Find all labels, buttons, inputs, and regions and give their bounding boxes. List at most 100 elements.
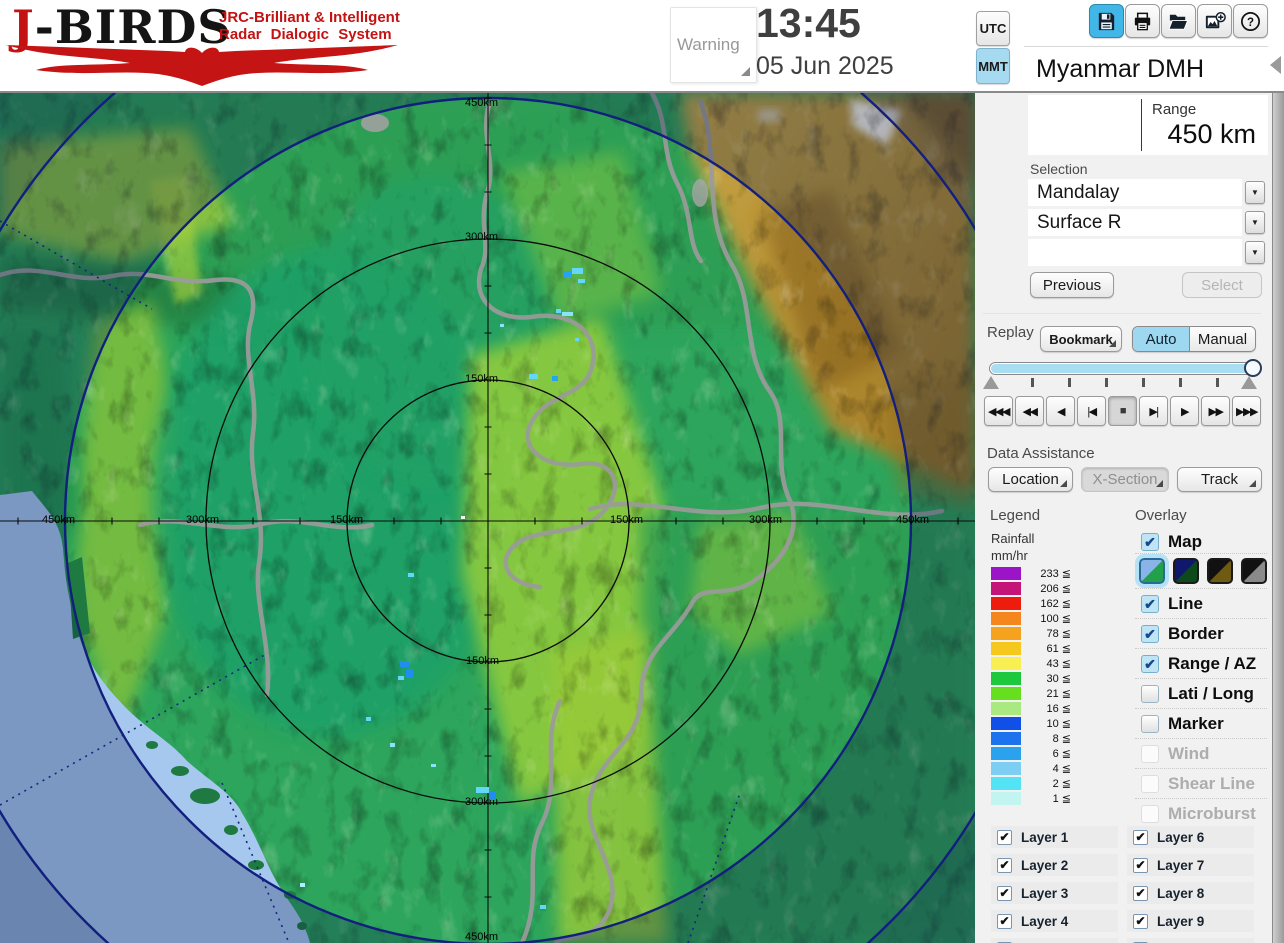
rewind-triple-button[interactable]: ◀◀◀ (984, 396, 1013, 426)
panel-scrollbar[interactable] (1272, 93, 1284, 943)
overlay-item-line[interactable]: ✔ Line (1135, 588, 1267, 618)
timeline-tick (1105, 378, 1108, 387)
layer-row[interactable]: ✔ Layer 2 (991, 854, 1118, 876)
range-az-checkbox[interactable]: ✔ (1141, 654, 1159, 673)
layer-row[interactable]: ✔ Layer 6 (1127, 826, 1254, 848)
skip-start-button[interactable]: |◀ (1077, 396, 1106, 426)
overlay-item-shear-line[interactable]: Shear Line (1135, 768, 1267, 798)
legend-value: 100 ≦ (1040, 613, 1071, 625)
legend-color-swatch (991, 567, 1021, 580)
radar-echo (300, 883, 305, 887)
overlay-item-wind[interactable]: Wind (1135, 738, 1267, 768)
layer-6-checkbox[interactable]: ✔ (1133, 829, 1148, 845)
layer-3-checkbox[interactable]: ✔ (997, 885, 1012, 901)
overlay-item-marker[interactable]: Marker (1135, 708, 1267, 738)
layer-1-checkbox[interactable]: ✔ (997, 829, 1012, 845)
panel-collapse-icon[interactable] (1270, 56, 1281, 74)
option-dropdown[interactable] (1028, 239, 1242, 266)
map-style-swatch[interactable] (1241, 558, 1267, 584)
radar-echo (461, 516, 465, 519)
toolbar-separator (1024, 46, 1268, 47)
location-button[interactable]: Location (988, 467, 1073, 492)
open-folder-button[interactable] (1161, 4, 1196, 38)
stop-button[interactable]: ■ (1108, 396, 1137, 426)
x-section-button[interactable]: X-Section (1081, 467, 1169, 492)
layer-9-checkbox[interactable]: ✔ (1133, 913, 1148, 929)
product-dropdown[interactable]: Surface R (1028, 209, 1242, 236)
legend-color-swatch (991, 642, 1021, 655)
open-folder-icon (1167, 10, 1190, 33)
replay-mode-toggle: Auto Manual (1132, 326, 1256, 352)
marker-checkbox[interactable] (1141, 714, 1159, 733)
layer-row-partial[interactable] (991, 938, 1118, 943)
save-button[interactable] (1089, 4, 1124, 38)
play-button[interactable]: ▶ (1170, 396, 1199, 426)
layer-row[interactable]: ✔ Layer 3 (991, 882, 1118, 904)
previous-button[interactable]: Previous (1030, 272, 1114, 298)
utc-button[interactable]: UTC (976, 11, 1010, 46)
print-button[interactable] (1125, 4, 1160, 38)
replay-timeline-slider[interactable] (989, 359, 1262, 377)
layer-2-checkbox[interactable]: ✔ (997, 857, 1012, 873)
legend-value: 8 ≦ (1052, 733, 1071, 745)
wind-checkbox[interactable] (1141, 744, 1159, 763)
lati-long-checkbox[interactable] (1141, 684, 1159, 703)
skip-end-button[interactable]: ▶| (1139, 396, 1168, 426)
warning-button[interactable]: Warning (670, 7, 757, 83)
timeline-start-marker[interactable] (983, 376, 999, 389)
site-dropdown-arrow-icon[interactable]: ▼ (1245, 181, 1265, 204)
logo-tagline: JRC-Brilliant & Intelligent Radar Dialog… (219, 9, 400, 43)
layer-8-checkbox[interactable]: ✔ (1133, 885, 1148, 901)
auto-button[interactable]: Auto (1133, 327, 1190, 351)
layer-row[interactable]: ✔ Layer 4 (991, 910, 1118, 932)
layer-row[interactable]: ✔ Layer 9 (1127, 910, 1254, 932)
overlay-item-microburst[interactable]: Microburst (1135, 798, 1267, 828)
layer-row-partial[interactable] (1127, 938, 1254, 943)
layer-label: Layer 7 (1157, 857, 1205, 873)
track-button[interactable]: Track (1177, 467, 1262, 492)
layer-row[interactable]: ✔ Layer 8 (1127, 882, 1254, 904)
export-image-button[interactable] (1197, 4, 1232, 38)
mmt-button[interactable]: MMT (976, 48, 1010, 84)
layer-7-checkbox[interactable]: ✔ (1133, 857, 1148, 873)
option-dropdown-arrow-icon[interactable]: ▼ (1245, 241, 1265, 264)
map-style-swatch[interactable] (1207, 558, 1233, 584)
map-style-swatch[interactable] (1173, 558, 1199, 584)
legend-row: 78 ≦ (991, 626, 1071, 641)
overlay-item-label: Marker (1168, 713, 1224, 733)
map-style-swatch[interactable] (1135, 554, 1169, 588)
help-button[interactable]: ? (1233, 4, 1268, 38)
layer-4-checkbox[interactable]: ✔ (997, 913, 1012, 929)
select-button[interactable]: Select (1182, 272, 1262, 298)
play-reverse-button[interactable]: ◀ (1046, 396, 1075, 426)
radar-echo (431, 764, 436, 767)
product-dropdown-arrow-icon[interactable]: ▼ (1245, 211, 1265, 234)
map-checkbox[interactable]: ✔ (1141, 532, 1159, 551)
bookmark-button[interactable]: Bookmark (1040, 326, 1122, 352)
shear-line-checkbox[interactable] (1141, 774, 1159, 793)
overlay-item-border[interactable]: ✔ Border (1135, 618, 1267, 648)
radar-map[interactable]: 450km 300km 150km 150km 300km 450km 450km 300km… (0, 93, 975, 943)
manual-button[interactable]: Manual (1190, 327, 1255, 351)
layers-column-right: ✔ Layer 6 ✔ Layer 7 ✔ Layer 8 ✔ Layer 9 (1127, 826, 1254, 943)
border-checkbox[interactable]: ✔ (1141, 624, 1159, 643)
overlay-item-map[interactable]: ✔ Map (1135, 530, 1267, 553)
layer-row[interactable]: ✔ Layer 7 (1127, 854, 1254, 876)
timeline-end-marker[interactable] (1241, 376, 1257, 389)
microburst-checkbox[interactable] (1141, 804, 1159, 823)
forward-double-button[interactable]: ▶▶ (1201, 396, 1230, 426)
timeline-handle[interactable] (1244, 359, 1262, 377)
layer-row[interactable]: ✔ Layer 1 (991, 826, 1118, 848)
rewind-double-button[interactable]: ◀◀ (1015, 396, 1044, 426)
ring-label: 300km (186, 514, 220, 526)
forward-triple-button[interactable]: ▶▶▶ (1232, 396, 1261, 426)
line-checkbox[interactable]: ✔ (1141, 594, 1159, 613)
timeline-fill (991, 364, 1246, 373)
overlay-item-lati-long[interactable]: Lati / Long (1135, 678, 1267, 708)
site-dropdown[interactable]: Mandalay (1028, 179, 1242, 206)
tagline-line2: Radar Dialogic System (219, 26, 392, 43)
layer-label: Layer 8 (1157, 885, 1205, 901)
legend-row: 10 ≦ (991, 716, 1071, 731)
overlay-item-range-az[interactable]: ✔ Range / AZ (1135, 648, 1267, 678)
clock-date: 05 Jun 2025 (756, 52, 894, 80)
